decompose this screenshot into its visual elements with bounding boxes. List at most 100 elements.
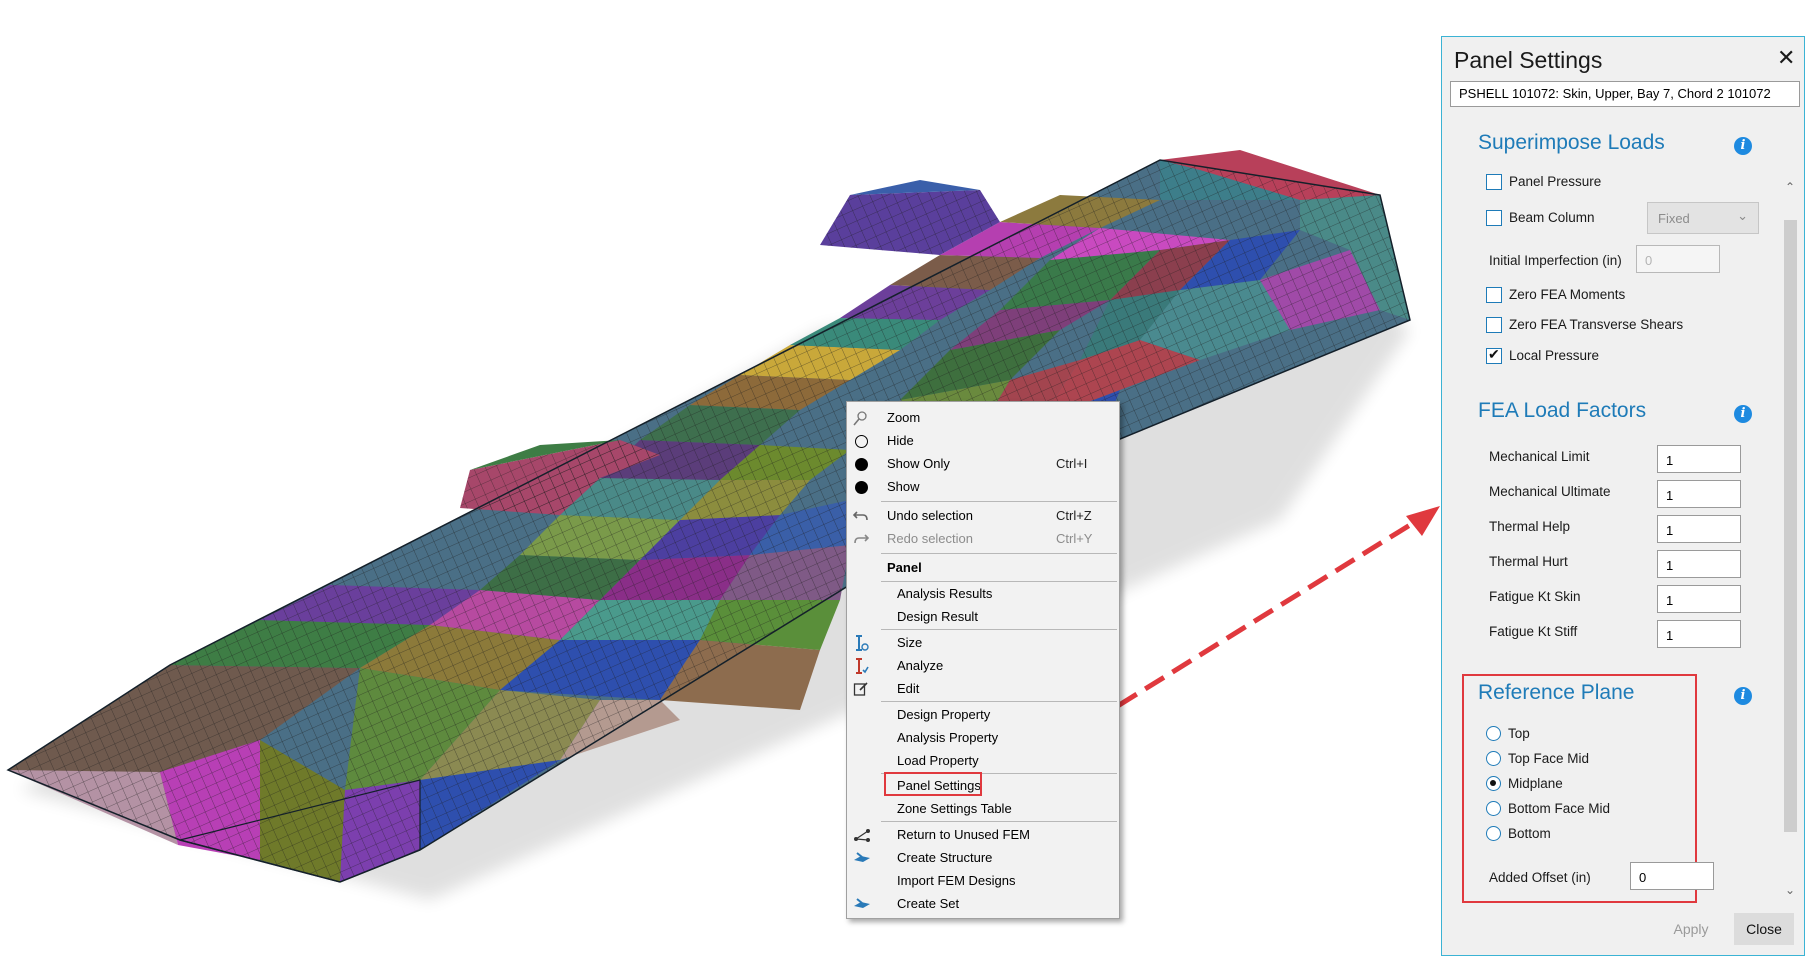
factor-field[interactable]: 1 bbox=[1657, 550, 1741, 578]
factor-field[interactable]: 1 bbox=[1657, 515, 1741, 543]
create-set-icon bbox=[853, 896, 870, 912]
menu-label: Import FEM Designs bbox=[897, 873, 1016, 888]
factor-label: Fatigue Kt Stiff bbox=[1489, 624, 1578, 639]
reference-plane-title: Reference Plane bbox=[1478, 681, 1635, 704]
menu-separator bbox=[881, 501, 1117, 502]
menu-item-create-set[interactable]: Create Set bbox=[847, 892, 1119, 915]
menu-item-design-property[interactable]: Design Property bbox=[847, 703, 1119, 726]
scrollbar-thumb[interactable] bbox=[1784, 220, 1797, 832]
beam-column-checkbox[interactable] bbox=[1486, 210, 1502, 226]
menu-item-show[interactable]: Show bbox=[847, 475, 1119, 498]
menu-label: Load Property bbox=[897, 753, 979, 768]
menu-item-size[interactable]: Size bbox=[847, 631, 1119, 654]
context-menu: Zoom Hide Show Only Ctrl+I Show Undo sel… bbox=[846, 401, 1120, 919]
menu-label: Hide bbox=[887, 433, 914, 448]
menu-shortcut: Ctrl+Z bbox=[1056, 508, 1092, 523]
menu-item-analyze[interactable]: Analyze bbox=[847, 654, 1119, 677]
beam-column-label: Beam Column bbox=[1509, 210, 1595, 225]
scroll-down-icon[interactable]: ⌄ bbox=[1785, 883, 1795, 897]
radio-label: Bottom Face Mid bbox=[1508, 801, 1611, 816]
menu-label: Return to Unused FEM bbox=[897, 827, 1030, 842]
menu-label: Show Only bbox=[887, 456, 950, 471]
local-pressure-label: Local Pressure bbox=[1509, 348, 1600, 363]
factor-field[interactable]: 1 bbox=[1657, 585, 1741, 613]
menu-item-analysis-results[interactable]: Analysis Results bbox=[847, 582, 1119, 605]
scroll-up-icon[interactable]: ⌃ bbox=[1785, 180, 1795, 194]
hide-icon bbox=[853, 433, 869, 449]
menu-item-return-to-unused-fem[interactable]: Return to Unused FEM bbox=[847, 823, 1119, 846]
menu-item-zoom[interactable]: Zoom bbox=[847, 406, 1119, 429]
edit-icon bbox=[853, 681, 869, 697]
beam-column-value: Fixed bbox=[1658, 211, 1690, 226]
radio-top[interactable] bbox=[1486, 726, 1501, 741]
radio-top-face-mid[interactable] bbox=[1486, 751, 1501, 766]
factor-label: Mechanical Limit bbox=[1489, 449, 1590, 464]
superimpose-loads-title: Superimpose Loads bbox=[1478, 131, 1665, 154]
menu-item-load-property[interactable]: Load Property bbox=[847, 749, 1119, 772]
offset-field[interactable]: 0 bbox=[1630, 862, 1714, 890]
menu-label: Undo selection bbox=[887, 508, 973, 523]
menu-label: Redo selection bbox=[887, 531, 973, 546]
menu-label: Edit bbox=[897, 681, 920, 696]
menu-section-header: Panel bbox=[847, 556, 1119, 579]
reference-info-icon[interactable]: i bbox=[1734, 687, 1752, 705]
apply-button[interactable]: Apply bbox=[1664, 913, 1718, 945]
menu-item-import-fem-designs[interactable]: Import FEM Designs bbox=[847, 869, 1119, 892]
factor-field[interactable]: 1 bbox=[1657, 445, 1741, 473]
close-icon[interactable]: ✕ bbox=[1777, 45, 1795, 71]
menu-label: Size bbox=[897, 635, 923, 650]
offset-label: Added Offset (in) bbox=[1489, 870, 1591, 885]
show-only-icon bbox=[853, 456, 869, 472]
zero-shears-checkbox[interactable] bbox=[1486, 317, 1502, 333]
selection-field[interactable]: PSHELL 101072: Skin, Upper, Bay 7, Chord… bbox=[1450, 81, 1800, 107]
panel-title: Panel Settings bbox=[1454, 47, 1603, 73]
menu-item-design-result[interactable]: Design Result bbox=[847, 605, 1119, 628]
radio-bottom-face-mid[interactable] bbox=[1486, 801, 1501, 816]
menu-item-analysis-property[interactable]: Analysis Property bbox=[847, 726, 1119, 749]
zero-moments-checkbox[interactable] bbox=[1486, 287, 1502, 303]
menu-item-hide[interactable]: Hide bbox=[847, 429, 1119, 452]
beam-column-select[interactable]: Fixed ⌄ bbox=[1647, 202, 1759, 234]
menu-item-show-only[interactable]: Show Only Ctrl+I bbox=[847, 452, 1119, 475]
menu-item-redo[interactable]: Redo selection Ctrl+Y bbox=[847, 527, 1119, 550]
radio-label: Bottom bbox=[1508, 826, 1551, 841]
radio-label: Top bbox=[1508, 726, 1530, 741]
factor-field[interactable]: 1 bbox=[1657, 480, 1741, 508]
zero-shears-label: Zero FEA Transverse Shears bbox=[1509, 317, 1684, 332]
menu-label: Design Result bbox=[897, 609, 978, 624]
show-icon bbox=[853, 479, 869, 495]
menu-item-zone-settings-table[interactable]: Zone Settings Table bbox=[847, 797, 1119, 820]
panel-scrollbar[interactable]: ⌃ bbox=[1780, 180, 1798, 835]
zero-moments-label: Zero FEA Moments bbox=[1509, 287, 1626, 302]
menu-label: Zone Settings Table bbox=[897, 801, 1012, 816]
menu-separator bbox=[881, 629, 1117, 630]
menu-label: Create Structure bbox=[897, 850, 993, 865]
imperfection-field[interactable]: 0 bbox=[1636, 245, 1720, 273]
menu-label: Analysis Results bbox=[897, 586, 993, 601]
panel-pressure-checkbox[interactable] bbox=[1486, 174, 1502, 190]
menu-header-label: Panel bbox=[887, 560, 922, 575]
factor-field[interactable]: 1 bbox=[1657, 620, 1741, 648]
fea-factors-info-icon[interactable]: i bbox=[1734, 405, 1752, 423]
superimpose-info-icon[interactable]: i bbox=[1734, 137, 1752, 155]
radio-midplane[interactable] bbox=[1486, 776, 1501, 791]
panel-settings-highlight bbox=[884, 772, 982, 796]
menu-item-undo[interactable]: Undo selection Ctrl+Z bbox=[847, 504, 1119, 527]
close-button[interactable]: Close bbox=[1734, 913, 1794, 945]
menu-separator bbox=[881, 821, 1117, 822]
radio-bottom[interactable] bbox=[1486, 826, 1501, 841]
zoom-icon bbox=[853, 410, 869, 426]
chevron-down-icon: ⌄ bbox=[1737, 208, 1748, 223]
undo-icon bbox=[852, 508, 869, 524]
redo-icon bbox=[853, 531, 870, 547]
imperfection-label: Initial Imperfection (in) bbox=[1489, 253, 1622, 268]
menu-item-edit[interactable]: Edit bbox=[847, 677, 1119, 700]
menu-label: Show bbox=[887, 479, 920, 494]
menu-label: Analyze bbox=[897, 658, 944, 673]
menu-item-create-structure[interactable]: Create Structure bbox=[847, 846, 1119, 869]
local-pressure-checkbox[interactable] bbox=[1486, 346, 1502, 364]
factor-label: Thermal Help bbox=[1489, 519, 1571, 534]
fea-load-factors-title: FEA Load Factors bbox=[1478, 399, 1647, 422]
menu-label: Design Property bbox=[897, 707, 991, 722]
size-icon bbox=[853, 635, 869, 651]
